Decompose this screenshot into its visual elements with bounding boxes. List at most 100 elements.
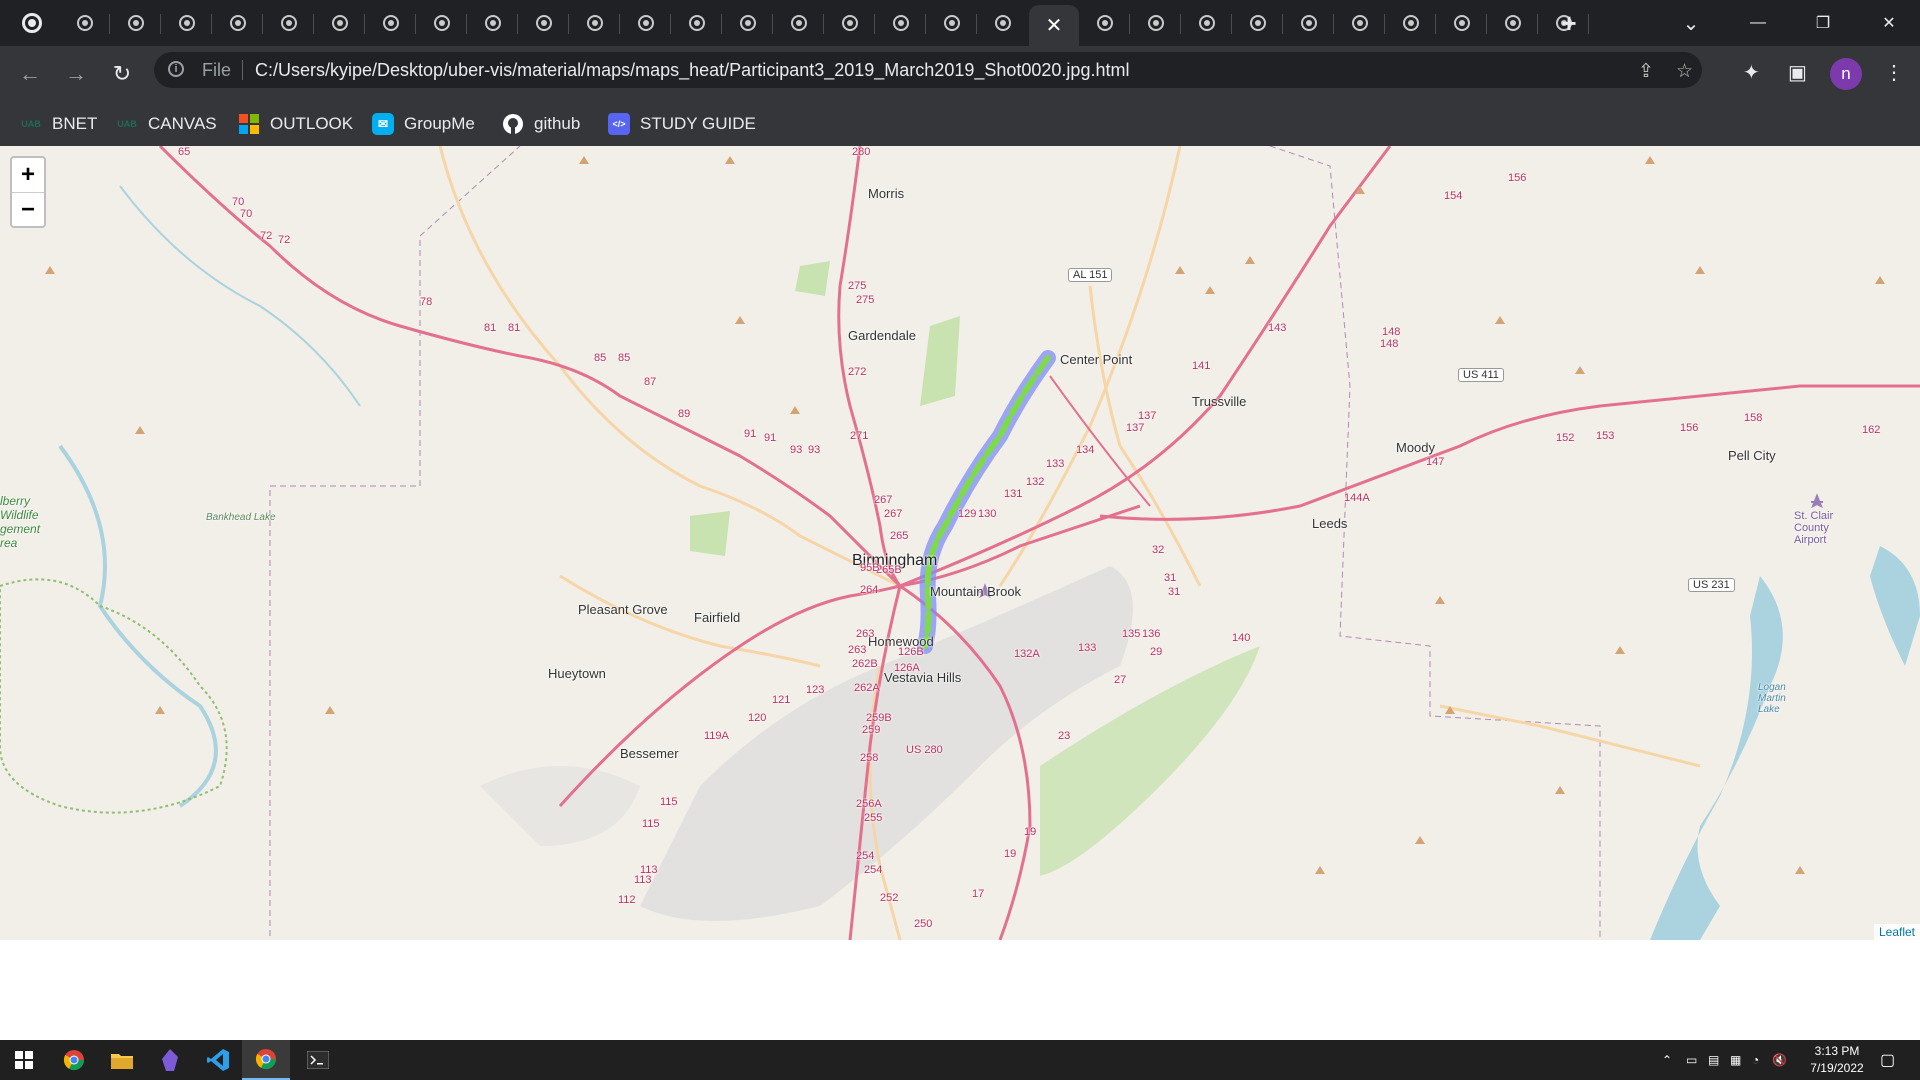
tab[interactable] [774,0,824,46]
tab-separator [823,14,824,34]
tray-device-icon[interactable]: ▭ [1686,1040,1697,1080]
vscode-icon[interactable] [194,1040,242,1080]
tab[interactable] [1284,0,1334,46]
tab[interactable] [1488,0,1538,46]
bookmark-study-guide[interactable]: </> STUDY GUIDE [608,102,756,146]
tab[interactable] [723,0,773,46]
route-label: 93 [790,444,803,456]
tab[interactable] [519,0,569,46]
menu-icon[interactable]: ⋮ [1884,60,1904,85]
route-label: 152 [1556,432,1575,444]
zoom-out-button[interactable]: − [12,193,44,227]
notification-center-icon[interactable]: ▢ [1880,1040,1895,1080]
tab-search-dropdown-icon[interactable]: ⌄ [1668,0,1714,46]
chrome-active-icon[interactable] [242,1040,290,1080]
tab[interactable] [366,0,416,46]
route-label: 27 [1114,674,1127,686]
system-clock[interactable]: 3:13 PM 7/19/2022 [1792,1043,1882,1077]
tab[interactable] [1386,0,1436,46]
new-tab-button[interactable]: + [1546,0,1592,46]
tab[interactable] [1335,0,1385,46]
windows-start-icon[interactable] [0,1040,48,1080]
bookmark-canvas[interactable]: UAB CANVAS [116,102,216,146]
bookmark-star-icon[interactable]: ☆ [1676,60,1693,83]
bookmark-label: github [534,114,581,133]
tab[interactable] [468,0,518,46]
place-label: Bessemer [620,746,679,761]
route-label: 91 [764,432,777,444]
tab[interactable] [978,0,1028,46]
forward-button[interactable]: → [60,58,92,90]
tab[interactable] [825,0,875,46]
tab[interactable] [1182,0,1232,46]
side-panel-icon[interactable]: ▣ [1788,60,1807,85]
route-label: 135 [1122,628,1141,640]
globe-icon [893,15,909,31]
obsidian-icon[interactable] [146,1040,194,1080]
tab-separator [1282,14,1283,34]
tab[interactable] [60,0,110,46]
tab[interactable] [417,0,467,46]
tab-separator [925,14,926,34]
profile-avatar[interactable]: n [1830,58,1862,90]
route-label: 258 [860,752,879,764]
route-label: 254 [856,850,875,862]
tray-chevron-icon[interactable]: ⌃ [1662,1040,1672,1080]
bookmark-groupme[interactable]: ✉ GroupMe [372,102,475,146]
globe-icon [842,15,858,31]
bookmark-github[interactable]: github [502,102,580,146]
tab[interactable] [162,0,212,46]
tab[interactable] [111,0,161,46]
share-icon[interactable]: ⇪ [1638,60,1654,83]
route-label: 78 [420,296,433,308]
tab[interactable] [1080,0,1130,46]
place-label: Morris [868,186,905,201]
tray-app-icon[interactable]: ▤ [1708,1040,1719,1080]
address-bar[interactable]: i File C:/Users/kyipe/Desktop/uber-vis/m… [154,52,1702,88]
minimize-button[interactable]: — [1735,0,1781,46]
tab-active[interactable]: ✕ [1029,5,1079,46]
clock-date: 7/19/2022 [1810,1061,1864,1075]
terminal-icon[interactable] [294,1040,342,1080]
tab[interactable] [672,0,722,46]
globe-icon [1505,15,1521,31]
reload-button[interactable]: ↻ [106,58,138,90]
tab[interactable] [1131,0,1181,46]
tab[interactable] [876,0,926,46]
tab-separator [772,14,773,34]
tab[interactable] [213,0,263,46]
close-window-button[interactable]: ✕ [1866,0,1912,46]
tab[interactable] [1437,0,1487,46]
file-explorer-icon[interactable] [98,1040,146,1080]
tray-battery-icon[interactable]: ▦ [1730,1040,1741,1080]
zoom-in-button[interactable]: + [12,158,44,193]
route-label: 126B [898,646,924,658]
route-label: 275 [856,294,875,306]
bookmark-bnet[interactable]: UAB BNET [20,102,97,146]
close-tab-icon[interactable]: ✕ [1046,13,1063,38]
tab[interactable] [1233,0,1283,46]
route-label: 141 [1192,360,1211,372]
extensions-icon[interactable]: ✦ [1743,60,1760,85]
chrome-icon[interactable] [50,1040,98,1080]
tab[interactable] [621,0,671,46]
route-label: 89 [678,408,691,420]
url-text[interactable]: C:/Users/kyipe/Desktop/uber-vis/material… [255,60,1129,81]
tab[interactable] [264,0,314,46]
tray-volume-muted-icon[interactable]: 🔇 [1772,1040,1787,1080]
tab[interactable] [315,0,365,46]
bookmarks-bar: UAB BNET UAB CANVAS OUTLOOK ✉ GroupMe githu… [0,102,1920,146]
site-info-icon[interactable]: i [168,61,184,77]
bookmark-outlook[interactable]: OUTLOOK [238,102,353,146]
back-button[interactable]: ← [14,58,46,90]
restore-button[interactable]: ❐ [1800,0,1846,46]
route-label: 267 [874,494,893,506]
uab-icon: UAB [117,119,137,129]
tab[interactable] [570,0,620,46]
leaflet-attribution-link[interactable]: Leaflet [1873,924,1920,940]
tray-network-icon[interactable]: ◔ [1752,1040,1759,1080]
route-label: 154 [1444,190,1463,202]
tab-separator [415,14,416,34]
tab[interactable] [927,0,977,46]
leaflet-map[interactable]: Morris Gardendale Center Point Trussvill… [0,146,1920,940]
